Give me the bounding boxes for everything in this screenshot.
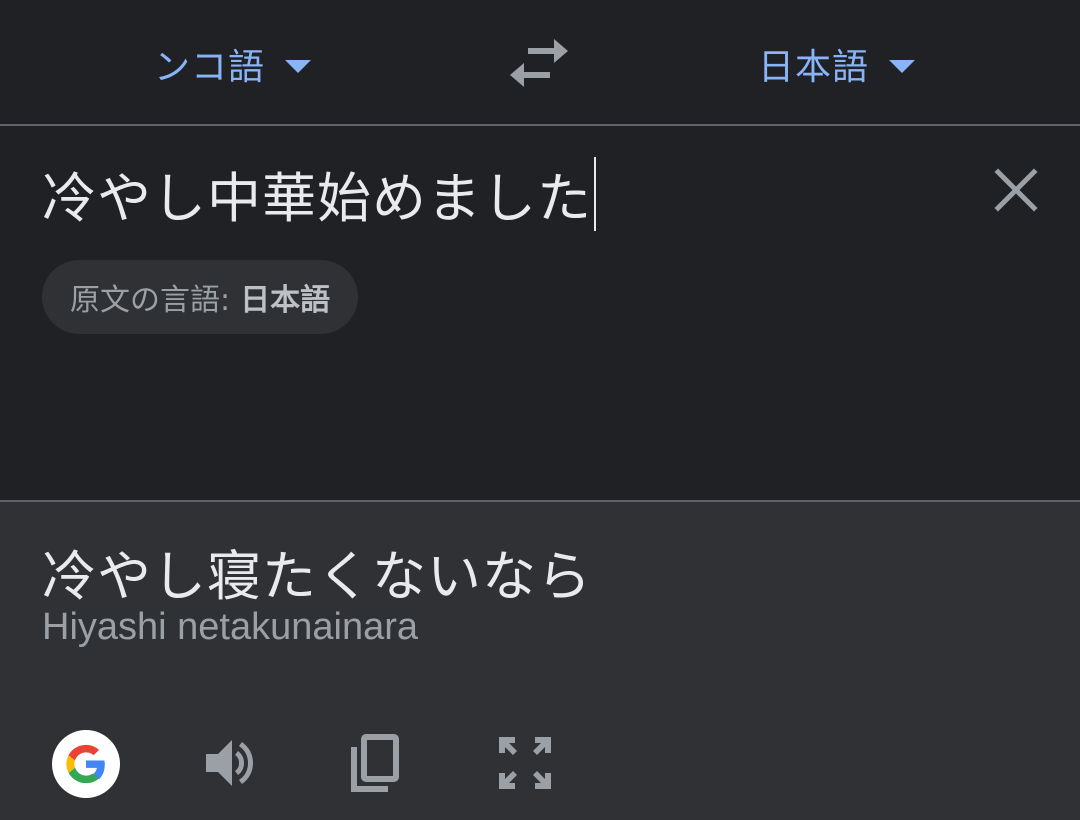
detected-language-value: 日本語 (240, 283, 331, 318)
source-text: 冷やし中華始めました (42, 167, 592, 230)
google-search-button[interactable] (52, 730, 120, 798)
chevron-down-icon (889, 59, 916, 73)
swap-languages-button[interactable] (508, 36, 570, 90)
detected-language-prefix: 原文の言語: (70, 283, 231, 318)
source-text-input[interactable]: 冷やし中華始めました (42, 154, 596, 233)
text-cursor (594, 156, 596, 231)
google-logo-icon (66, 744, 105, 784)
source-input-area[interactable]: 冷やし中華始めました 原文の言語: 日本語 (0, 126, 1080, 500)
language-bar: ンコ語 日本語 (0, 0, 1080, 126)
romanization-text: Hiyashi netakunainara (42, 606, 419, 648)
translation-output-area: 冷やし寝たくないなら Hiyashi netakunainara (0, 500, 1080, 820)
swap-arrows-icon (510, 39, 568, 87)
translate-app: ンコ語 日本語 冷やし中華始めました 原文の言語: 日本語 冷やし寝たくないなら… (0, 0, 1080, 820)
translation-text: 冷やし寝たくないなら (42, 545, 592, 608)
fullscreen-icon (499, 737, 551, 789)
copy-icon (351, 734, 399, 792)
speaker-icon (206, 740, 253, 786)
source-language-label: ンコ語 (154, 47, 266, 88)
listen-button[interactable] (196, 728, 266, 798)
target-language-selector[interactable]: 日本語 (758, 38, 916, 90)
close-icon (994, 168, 1038, 212)
detected-language-chip[interactable]: 原文の言語: 日本語 (42, 260, 359, 334)
copy-button[interactable] (340, 728, 410, 798)
fullscreen-button[interactable] (490, 728, 560, 798)
source-language-selector[interactable]: ンコ語 (154, 38, 312, 90)
chevron-down-icon (285, 59, 312, 73)
clear-button[interactable] (990, 164, 1042, 216)
target-language-label: 日本語 (758, 47, 870, 88)
